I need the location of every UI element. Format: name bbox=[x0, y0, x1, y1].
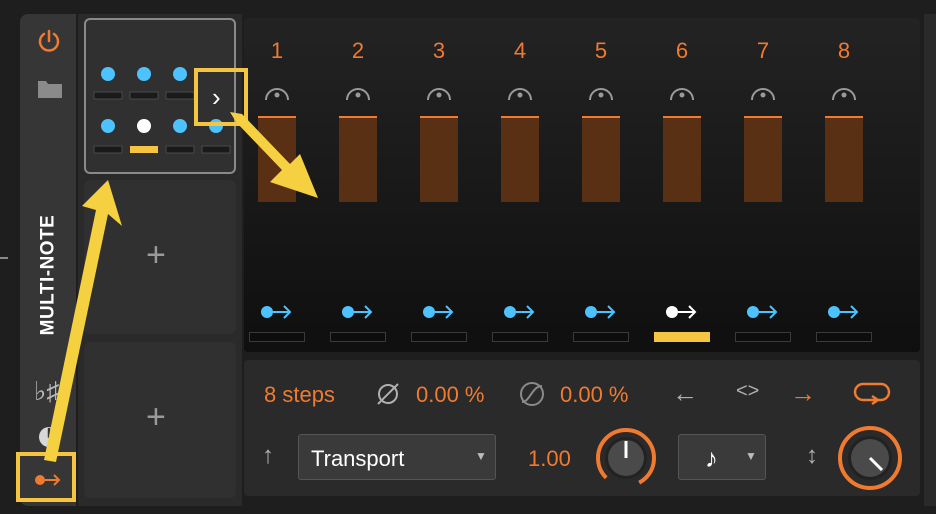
sync-mode-dropdown[interactable]: Transport ▼ bbox=[298, 434, 496, 480]
highlight-expand-button bbox=[194, 68, 248, 126]
vertical-arrow-icon[interactable]: ↕ bbox=[806, 442, 818, 470]
step-chance-icon[interactable] bbox=[668, 84, 696, 102]
step-indicator-active[interactable] bbox=[654, 332, 710, 342]
step-note-icon[interactable] bbox=[421, 302, 457, 322]
steps-count[interactable]: 8 steps bbox=[264, 382, 335, 408]
step-indicator[interactable] bbox=[330, 332, 386, 342]
rate-knob[interactable] bbox=[594, 426, 658, 490]
step-sequencer: 1 2 3 4 5 6 7 8 bbox=[244, 18, 920, 352]
step-number: 4 bbox=[513, 38, 527, 63]
power-icon[interactable] bbox=[36, 28, 62, 54]
step-velocity-bar[interactable] bbox=[744, 116, 782, 202]
flat-sharp-icon[interactable]: ♭♯ bbox=[34, 376, 59, 407]
step-number: 5 bbox=[594, 38, 608, 63]
add-pattern-button-1[interactable]: + bbox=[146, 238, 166, 272]
pattern-slot-empty-2[interactable]: + bbox=[84, 342, 236, 498]
step-velocity-bar[interactable] bbox=[825, 116, 863, 202]
phase-icon bbox=[377, 383, 399, 405]
device-sidebar: MULTI-NOTE ♭♯ bbox=[20, 14, 76, 506]
rate-value[interactable]: 1.00 bbox=[528, 446, 571, 472]
folder-icon[interactable] bbox=[36, 76, 64, 100]
chevron-down-icon: ▼ bbox=[475, 449, 487, 463]
add-pattern-button-2[interactable]: + bbox=[146, 400, 166, 434]
direction-bounce-button[interactable]: <> bbox=[736, 380, 759, 403]
step-indicator[interactable] bbox=[492, 332, 548, 342]
step-number: 3 bbox=[432, 38, 446, 63]
step-velocity-bar[interactable] bbox=[663, 116, 701, 202]
step-chance-icon[interactable] bbox=[344, 84, 372, 102]
note-icon: ♪ bbox=[705, 443, 718, 473]
step-velocity-bar[interactable] bbox=[258, 116, 296, 202]
direction-forward-button[interactable]: → bbox=[790, 378, 816, 409]
direction-backward-button[interactable]: ← bbox=[672, 378, 698, 409]
step-note-icon[interactable] bbox=[745, 302, 781, 322]
step-velocity-bar[interactable] bbox=[582, 116, 620, 202]
skew-value[interactable]: 0.00 % bbox=[560, 382, 629, 408]
step-number: 8 bbox=[837, 38, 851, 63]
step-number: 6 bbox=[675, 38, 689, 63]
chevron-down-icon: ▼ bbox=[745, 449, 757, 463]
step-indicator[interactable] bbox=[735, 332, 791, 342]
note-length-dropdown[interactable]: ♪ ▼ bbox=[678, 434, 766, 480]
step-indicator[interactable] bbox=[249, 332, 305, 342]
step-note-icon[interactable] bbox=[583, 302, 619, 322]
step-chance-icon[interactable] bbox=[830, 84, 858, 102]
loop-icon[interactable] bbox=[852, 380, 892, 406]
step-velocity-bar[interactable] bbox=[420, 116, 458, 202]
step-number: 7 bbox=[756, 38, 770, 63]
step-velocity-bar[interactable] bbox=[339, 116, 377, 202]
step-note-icon[interactable] bbox=[826, 302, 862, 322]
step-note-icon[interactable] bbox=[664, 302, 700, 322]
step-note-icon[interactable] bbox=[259, 302, 295, 322]
velocity-knob[interactable] bbox=[836, 424, 904, 492]
step-indicator[interactable] bbox=[816, 332, 872, 342]
step-number: 1 bbox=[270, 38, 284, 63]
step-note-icon[interactable] bbox=[340, 302, 376, 322]
up-arrow-icon[interactable]: ↑ bbox=[262, 442, 274, 470]
step-note-icon[interactable] bbox=[502, 302, 538, 322]
step-chance-icon[interactable] bbox=[749, 84, 777, 102]
sync-mode-value: Transport bbox=[311, 446, 405, 471]
highlight-note-route bbox=[16, 452, 76, 502]
expand-chevron-icon[interactable]: › bbox=[212, 82, 221, 113]
pattern-slot-empty-1[interactable]: + bbox=[84, 180, 236, 334]
step-chance-icon[interactable] bbox=[425, 84, 453, 102]
skew-icon bbox=[520, 382, 544, 406]
step-indicator[interactable] bbox=[411, 332, 467, 342]
device-title: MULTI-NOTE bbox=[37, 214, 58, 336]
step-velocity-bar[interactable] bbox=[501, 116, 539, 202]
timer-icon[interactable] bbox=[38, 426, 60, 448]
sequencer-controls: 8 steps 0.00 % 0.00 % ← <> → ↑ Transport… bbox=[244, 360, 920, 496]
phase-value[interactable]: 0.00 % bbox=[416, 382, 485, 408]
device-title-wrap: MULTI-NOTE bbox=[22, 200, 74, 350]
step-chance-icon[interactable] bbox=[506, 84, 534, 102]
step-number: 2 bbox=[351, 38, 365, 63]
right-edge bbox=[924, 14, 936, 506]
step-chance-icon[interactable] bbox=[263, 84, 291, 102]
step-indicator[interactable] bbox=[573, 332, 629, 342]
step-chance-icon[interactable] bbox=[587, 84, 615, 102]
